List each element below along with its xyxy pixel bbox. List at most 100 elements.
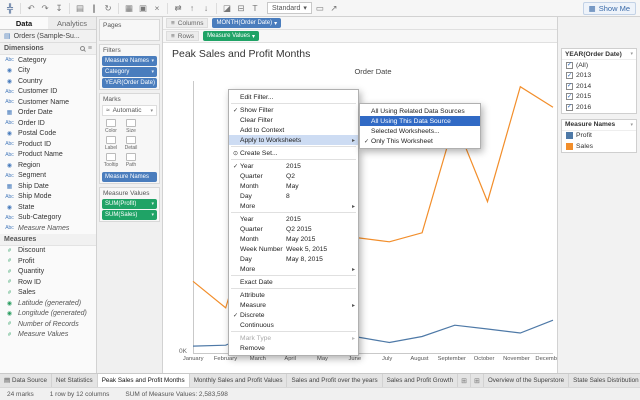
pages-shelf[interactable]: Pages xyxy=(99,19,160,41)
dimension-field[interactable]: Abc Customer Name xyxy=(0,97,96,108)
sort-descending-icon[interactable]: ↓ xyxy=(200,2,212,15)
new-dashboard-tab-button[interactable]: ⊞ xyxy=(471,374,484,387)
filter-option-2014[interactable]: ✓ 2014 xyxy=(562,81,636,92)
checkbox-checked[interactable]: ✓ xyxy=(566,72,573,80)
menu-item-add-to-context[interactable]: Add to Context xyxy=(229,125,358,135)
share-icon[interactable]: ↗ xyxy=(328,2,340,15)
submenu-item-only-this-worksheet[interactable]: ✓ Only This Worksheet xyxy=(360,136,480,146)
detail-button[interactable]: Detail xyxy=(121,135,141,152)
checkbox-checked[interactable]: ✓ xyxy=(566,93,573,101)
menu-item-create-set[interactable]: ⊙ Create Set... xyxy=(229,148,358,158)
group-members-icon[interactable]: ⊟ xyxy=(235,2,247,15)
dimension-field[interactable]: Abc Measure Names xyxy=(0,223,96,234)
menu-item-month-part[interactable]: Month May xyxy=(229,181,358,191)
tab-state-sales-distribution[interactable]: State Sales Distribution xyxy=(569,374,640,387)
search-icon[interactable] xyxy=(79,46,85,51)
dimension-field[interactable]: Abc Sub-Category xyxy=(0,213,96,224)
swap-axes-icon[interactable]: ⇄ xyxy=(172,2,184,15)
dimension-field[interactable]: ◉ Postal Code xyxy=(0,129,96,140)
tab-sales-and-profit-growth[interactable]: Sales and Profit Growth xyxy=(383,374,459,387)
datasource-item[interactable]: ▤ Orders (Sample-Su... xyxy=(0,30,96,43)
show-mark-labels-icon[interactable]: T xyxy=(249,2,261,15)
menu-item-year-part[interactable]: ✓ Year 2015 xyxy=(229,161,358,171)
path-button[interactable]: Path xyxy=(121,152,141,169)
redo-icon[interactable]: ↷ xyxy=(39,2,51,15)
undo-icon[interactable]: ↶ xyxy=(25,2,37,15)
filter-option-all[interactable]: ✓ (All) xyxy=(562,60,636,71)
clear-sheet-icon[interactable]: × xyxy=(151,2,163,15)
show-me-button[interactable]: ▦ Show Me xyxy=(582,1,636,15)
measure-field[interactable]: # Number of Records xyxy=(0,319,96,330)
menu-item-continuous[interactable]: Continuous xyxy=(229,320,358,330)
measure-field[interactable]: # Profit xyxy=(0,256,96,267)
filter-pill-category[interactable]: Category ▾ xyxy=(102,67,157,77)
pill-sum-sales[interactable]: SUM(Sales) ▾ xyxy=(102,210,157,220)
sort-ascending-icon[interactable]: ↑ xyxy=(186,2,198,15)
menu-item-measure[interactable]: Measure ▸ xyxy=(229,300,358,310)
menu-item-year-value[interactable]: Year 2015 xyxy=(229,214,358,224)
label-button[interactable]: Label xyxy=(101,135,121,152)
submenu-item-selected-worksheets[interactable]: Selected Worksheets... xyxy=(360,126,480,136)
menu-item-more-values[interactable]: More ▸ xyxy=(229,264,358,274)
add-datasource-icon[interactable]: ▤ xyxy=(74,2,86,15)
columns-shelf[interactable]: ≡ Columns MONTH(Order Date) ▾ xyxy=(163,17,557,30)
menu-item-month-value[interactable]: Month May 2015 xyxy=(229,234,358,244)
menu-item-show-filter[interactable]: ✓ Show Filter xyxy=(229,105,358,115)
tab-analytics[interactable]: Analytics xyxy=(48,17,96,29)
duplicate-sheet-icon[interactable]: ▣ xyxy=(137,2,149,15)
tab-data[interactable]: Data xyxy=(0,17,48,29)
legend-item-profit[interactable]: Profit xyxy=(562,131,636,142)
measure-field[interactable]: # Quantity xyxy=(0,267,96,278)
dimension-field[interactable]: ◉ Region xyxy=(0,160,96,171)
measure-field[interactable]: ◉ Latitude (generated) xyxy=(0,298,96,309)
dimension-field[interactable]: ▦ Ship Date xyxy=(0,181,96,192)
menu-item-quarter-value[interactable]: Quarter Q2 2015 xyxy=(229,224,358,234)
tab-data-source[interactable]: ▤ Data Source xyxy=(0,374,52,387)
menu-item-discrete[interactable]: ✓ Discrete xyxy=(229,310,358,320)
new-worksheet-icon[interactable]: ▦ xyxy=(123,2,135,15)
checkbox-checked[interactable]: ✓ xyxy=(566,82,573,90)
rows-shelf[interactable]: ≡ Rows Measure Values ▾ xyxy=(163,30,557,43)
menu-item-day-part[interactable]: Day 8 xyxy=(229,191,358,201)
dimension-field[interactable]: ◉ Country xyxy=(0,76,96,87)
filter-pill-measure-names[interactable]: Measure Names ▾ xyxy=(102,56,157,66)
dimension-field[interactable]: Abc Product Name xyxy=(0,150,96,161)
view-options-icon[interactable]: ≡ xyxy=(88,45,92,52)
dimension-field[interactable]: Abc Customer ID xyxy=(0,87,96,98)
measure-field[interactable]: # Row ID xyxy=(0,277,96,288)
menu-item-quarter-part[interactable]: Quarter Q2 xyxy=(229,171,358,181)
fit-selector[interactable]: Standard ▾ xyxy=(267,2,312,14)
line-chart[interactable] xyxy=(163,43,555,373)
run-update-icon[interactable]: ↻ xyxy=(102,2,114,15)
pill-sum-profit[interactable]: SUM(Profit) ▾ xyxy=(102,199,157,209)
menu-item-week-number-value[interactable]: Week Number Week 5, 2015 xyxy=(229,244,358,254)
checkbox-checked[interactable]: ✓ xyxy=(566,103,573,111)
tab-net-statistics[interactable]: Net Statistics xyxy=(52,374,98,387)
tab-peak-sales-and-profit-months[interactable]: Peak Sales and Profit Months xyxy=(97,374,190,387)
menu-item-more-parts[interactable]: More ▸ xyxy=(229,201,358,211)
tab-monthly-sales-and-profit-values[interactable]: Monthly Sales and Profit Values xyxy=(190,374,288,387)
highlight-icon[interactable]: ◪ xyxy=(221,2,233,15)
legend-card-title[interactable]: Measure Names ▾ xyxy=(562,120,636,131)
submenu-item-all-related[interactable]: All Using Related Data Sources xyxy=(360,106,480,116)
presentation-mode-icon[interactable]: ▭ xyxy=(314,2,326,15)
save-icon[interactable]: ↧ xyxy=(53,2,65,15)
measure-values-shelf[interactable]: Measure Values SUM(Profit) ▾ SUM(Sales) ▾ xyxy=(99,187,160,222)
submenu-item-all-this-datasource[interactable]: All Using This Data Source xyxy=(360,116,480,126)
menu-item-edit-filter[interactable]: Edit Filter... xyxy=(229,92,358,102)
pill-month-order-date[interactable]: MONTH(Order Date) ▾ xyxy=(212,18,282,28)
measure-field[interactable]: # Sales xyxy=(0,288,96,299)
dimension-field[interactable]: Abc Segment xyxy=(0,171,96,182)
filter-option-2015[interactable]: ✓ 2015 xyxy=(562,92,636,103)
tooltip-button[interactable]: Tooltip xyxy=(101,152,121,169)
pill-measure-values[interactable]: Measure Values ▾ xyxy=(203,31,259,41)
filters-shelf[interactable]: Filters Measure Names ▾ Category ▾ YEAR(Or… xyxy=(99,44,160,90)
measure-field[interactable]: ◉ Longitude (generated) xyxy=(0,309,96,320)
menu-item-exact-date[interactable]: Exact Date xyxy=(229,277,358,287)
menu-item-attribute[interactable]: Attribute xyxy=(229,290,358,300)
filter-option-2013[interactable]: ✓ 2013 xyxy=(562,71,636,82)
dimension-field[interactable]: Abc Category xyxy=(0,55,96,66)
measure-field[interactable]: # Measure Values xyxy=(0,330,96,341)
tab-overview-of-the-superstore[interactable]: Overview of the Superstore xyxy=(484,374,570,387)
pause-updates-icon[interactable]: ∥ xyxy=(88,2,100,15)
